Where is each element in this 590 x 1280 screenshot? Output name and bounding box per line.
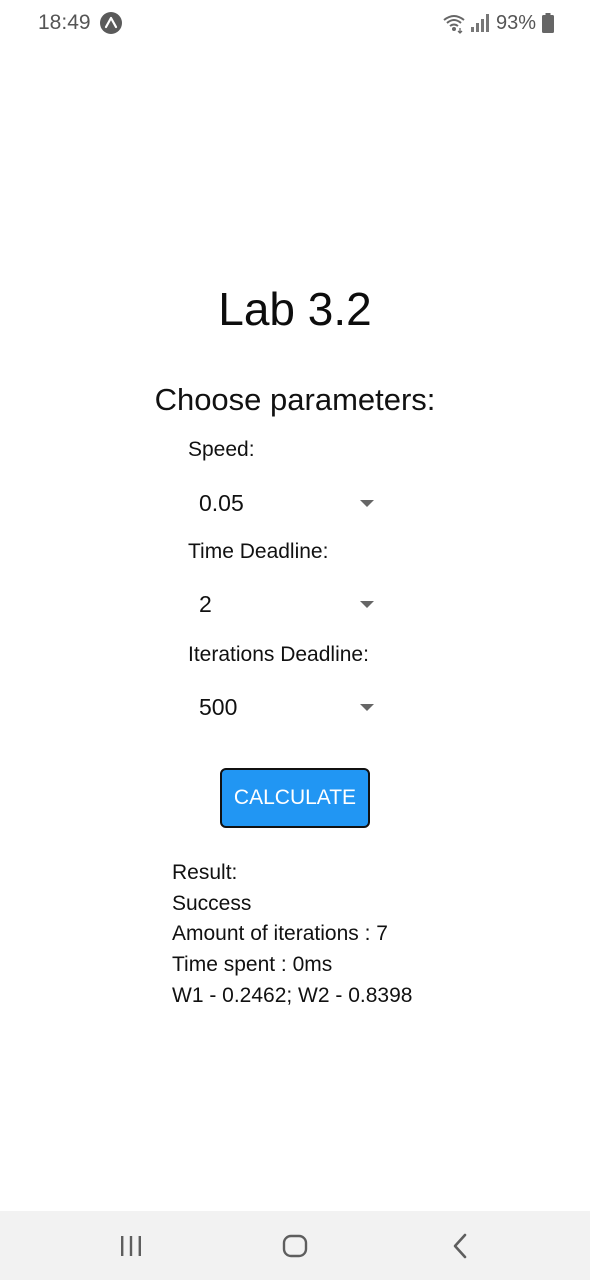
status-bar: 18:49 93% <box>0 0 590 46</box>
dropdown-arrow-icon <box>360 704 374 711</box>
dropdown-arrow-icon <box>360 601 374 608</box>
speed-select-value: 0.05 <box>199 490 244 516</box>
result-weights: W1 - 0.2462; W2 - 0.8398 <box>172 983 413 1007</box>
result-iterations: Amount of iterations : 7 <box>172 922 388 946</box>
recent-apps-icon[interactable] <box>116 1231 146 1261</box>
time-deadline-select[interactable]: 2 <box>188 583 388 627</box>
iterations-deadline-select[interactable]: 500 <box>188 686 388 730</box>
result-panel: Result: Success Amount of iterations : 7… <box>172 858 412 1012</box>
app-screen: 18:49 93% Lab 3.2 Choose parameters: Spe… <box>0 0 590 1280</box>
signal-icon <box>470 14 489 32</box>
time-deadline-select-value: 2 <box>199 591 212 617</box>
status-time: 18:49 <box>38 11 91 34</box>
time-deadline-label: Time Deadline: <box>188 540 329 563</box>
battery-icon <box>542 13 554 33</box>
speed-select[interactable]: 0.05 <box>188 482 388 526</box>
page-title: Lab 3.2 <box>218 283 372 335</box>
battery-percent: 93% <box>495 11 536 34</box>
app-notification-icon <box>100 12 122 34</box>
calculate-button[interactable]: CALCULATE <box>220 768 370 828</box>
system-navigation-bar <box>0 1211 590 1280</box>
parameters-heading: Choose parameters: <box>154 382 436 417</box>
back-icon[interactable] <box>446 1231 476 1261</box>
iterations-deadline-select-value: 500 <box>199 694 238 720</box>
wifi-icon <box>443 15 465 34</box>
iterations-deadline-label: Iterations Deadline: <box>188 643 369 666</box>
dropdown-arrow-icon <box>360 500 374 507</box>
result-status: Success <box>172 891 252 915</box>
home-icon[interactable] <box>280 1231 310 1261</box>
status-indicators: 93% <box>442 10 554 36</box>
result-heading: Result: <box>172 861 238 884</box>
speed-label: Speed: <box>188 438 255 461</box>
result-time-spent: Time spent : 0ms <box>172 953 333 977</box>
